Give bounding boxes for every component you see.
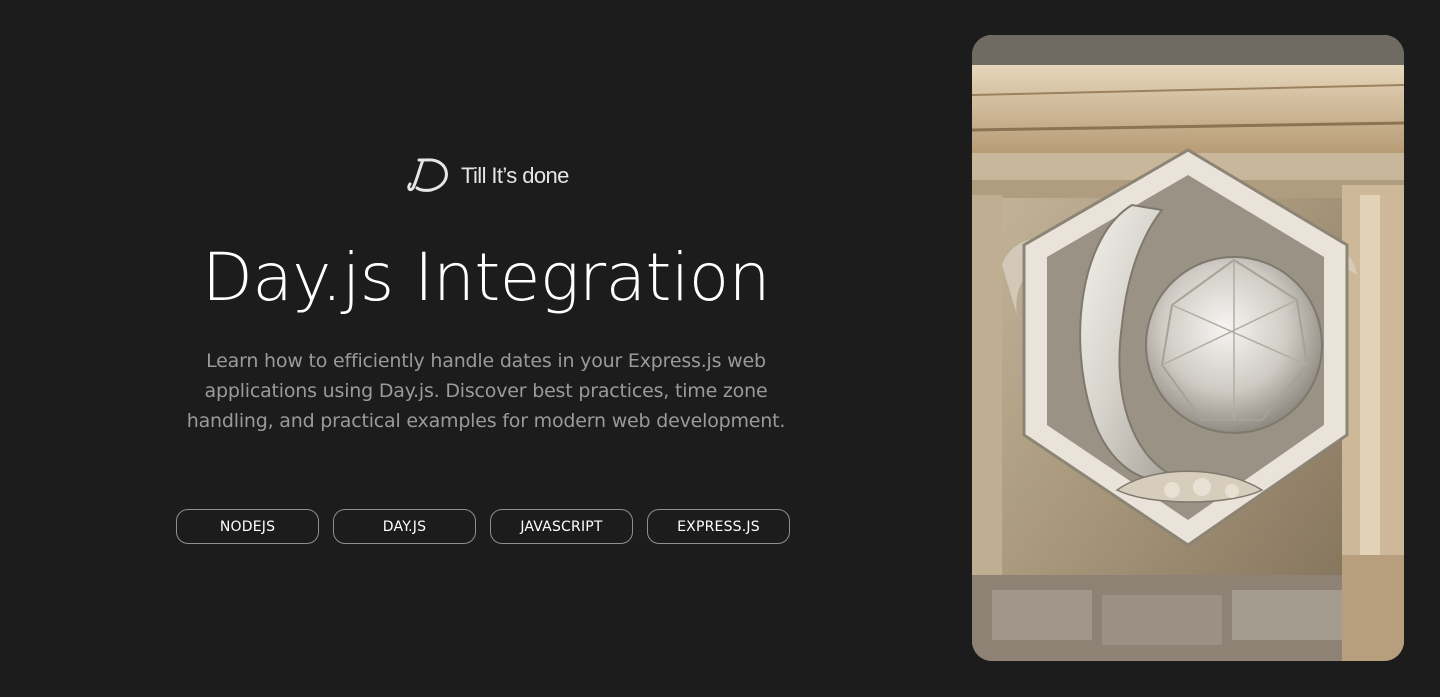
hero-content: Till It’s done Day.js Integration Learn … xyxy=(150,0,822,697)
tag-javascript[interactable]: JAVASCRIPT xyxy=(490,509,633,544)
page: Till It’s done Day.js Integration Learn … xyxy=(0,0,1440,697)
brand-name: Till It’s done xyxy=(461,163,569,188)
page-description: Learn how to efficiently handle dates in… xyxy=(186,350,786,432)
dt-monogram-logo-icon xyxy=(407,158,448,192)
page-title: Day.js Integration xyxy=(202,239,770,316)
tag-expressjs[interactable]: EXPRESS.JS xyxy=(647,509,790,544)
hero-image xyxy=(972,35,1404,661)
tag-list: NODEJS DAY.JS JAVASCRIPT EXPRESS.JS xyxy=(176,509,790,544)
tag-dayjs[interactable]: DAY.JS xyxy=(333,509,476,544)
tag-nodejs[interactable]: NODEJS xyxy=(176,509,319,544)
stone-carved-logo-illustration xyxy=(972,35,1404,661)
brand-link[interactable]: Till It’s done xyxy=(405,154,569,198)
